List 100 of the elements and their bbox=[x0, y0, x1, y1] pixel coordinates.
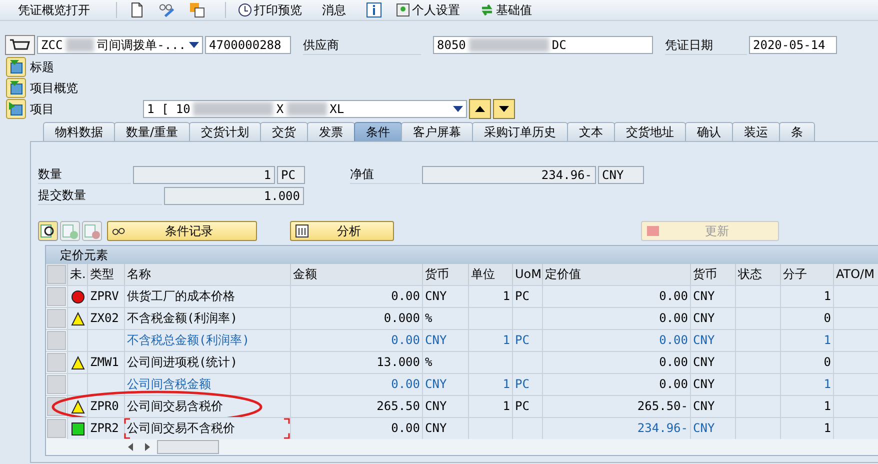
document-date-field[interactable]: 2020-05-14 bbox=[749, 36, 837, 54]
cart-icon[interactable] bbox=[5, 35, 35, 55]
tab[interactable]: 交货计划 bbox=[189, 122, 262, 141]
table-cell: CNY bbox=[690, 352, 735, 373]
table-cell: ZMW1 bbox=[87, 352, 124, 373]
column-header[interactable]: 货币 bbox=[422, 264, 468, 285]
table-cell: 公司间交易不含税价 bbox=[124, 418, 290, 439]
tab[interactable]: 发票 bbox=[307, 122, 356, 141]
column-header[interactable]: 金额 bbox=[290, 264, 422, 285]
tab[interactable]: 交货 bbox=[260, 122, 308, 141]
table-cell: 234.96- bbox=[542, 418, 690, 439]
submitted-quantity-field: 1.000 bbox=[164, 186, 304, 204]
messages-button[interactable]: 消息 bbox=[322, 2, 346, 18]
table-cell: 1 bbox=[780, 286, 833, 307]
column-header[interactable]: 名称 bbox=[124, 264, 290, 285]
table-cell: 1 bbox=[468, 286, 512, 307]
tab[interactable]: 交货地址 bbox=[614, 122, 686, 141]
table-cell: 0 bbox=[780, 352, 833, 373]
table-cell: CNY bbox=[690, 418, 735, 439]
tab[interactable]: 条 bbox=[779, 122, 816, 141]
table-cell: 0.00 bbox=[542, 330, 690, 351]
previous-item-button[interactable] bbox=[469, 99, 491, 119]
zoom-detail-button[interactable] bbox=[38, 221, 58, 241]
column-header[interactable]: 类型 bbox=[87, 264, 124, 285]
expanded-section-icon[interactable] bbox=[6, 99, 26, 119]
table-cell: ZX02 bbox=[87, 308, 124, 329]
table-cell: 0 bbox=[780, 308, 833, 329]
quantity-field: 1 bbox=[133, 166, 275, 184]
table-cell: 不含税总金额(利润率) bbox=[124, 330, 290, 351]
table-cell: PC bbox=[512, 286, 542, 307]
table-cell: % bbox=[422, 352, 468, 373]
document-icon[interactable] bbox=[129, 2, 145, 18]
table-cell: % bbox=[422, 308, 468, 329]
personal-settings-button[interactable]: 个人设置 bbox=[396, 2, 460, 18]
table-cell: 公司间含税金额 bbox=[124, 374, 290, 395]
info-icon[interactable] bbox=[366, 2, 382, 18]
swap-arrows-icon bbox=[480, 3, 494, 17]
tab[interactable]: 客户屏幕 bbox=[401, 122, 474, 141]
table-cell: 1 bbox=[780, 374, 833, 395]
item-dropdown[interactable]: 1 [ 10 X XL bbox=[143, 100, 467, 118]
grid-icon bbox=[646, 224, 660, 238]
document-type-dropdown[interactable]: ZCC 司间调拨单-... bbox=[37, 36, 203, 54]
section-label: 项目 bbox=[29, 100, 55, 118]
column-header[interactable]: 状态 bbox=[735, 264, 780, 285]
columns-icon bbox=[295, 224, 309, 238]
submitted-quantity-label: 提交数量 bbox=[38, 186, 162, 205]
table-cell: ZPR2 bbox=[87, 418, 124, 439]
document-date-label: 凭证日期 bbox=[665, 36, 747, 54]
user-card-icon bbox=[396, 3, 410, 17]
table-cell: 0.00 bbox=[290, 374, 422, 395]
table-cell: ZPR0 bbox=[87, 396, 124, 417]
clock-icon bbox=[238, 3, 252, 17]
column-header[interactable]: 定价值 bbox=[542, 264, 690, 285]
unit-field: PC bbox=[277, 166, 305, 184]
table-cell: 1 bbox=[780, 330, 833, 351]
condition-record-button[interactable]: 条件记录 bbox=[107, 221, 257, 241]
column-header[interactable]: 货币 bbox=[690, 264, 735, 285]
tab[interactable]: 文本 bbox=[567, 122, 616, 141]
table-cell: PC bbox=[512, 396, 542, 417]
table-cell: 265.50 bbox=[290, 396, 422, 417]
tab[interactable]: 物料数据 bbox=[43, 122, 115, 141]
base-value-button[interactable]: 基础值 bbox=[480, 2, 532, 18]
tab[interactable]: 数量/重量 bbox=[114, 122, 190, 141]
column-header[interactable]: 分子 bbox=[780, 264, 833, 285]
table-cell: CNY bbox=[690, 286, 735, 307]
column-header[interactable]: UoM bbox=[512, 264, 542, 285]
print-preview-button[interactable]: 打印预览 bbox=[238, 2, 302, 18]
warning-icon bbox=[70, 312, 84, 326]
table-cell: 0.00 bbox=[542, 308, 690, 329]
vendor-field[interactable]: 8050 DC bbox=[433, 36, 653, 54]
tab[interactable]: 采购订单历史 bbox=[472, 122, 568, 141]
table-cell: PC bbox=[512, 330, 542, 351]
table-cell: 265.50- bbox=[542, 396, 690, 417]
open-overview-button[interactable]: 凭证概览打开 bbox=[18, 2, 90, 18]
warning-icon bbox=[70, 400, 84, 414]
table-cell: CNY bbox=[422, 286, 468, 307]
section-label: 标题 bbox=[29, 58, 55, 76]
scrollbar-thumb[interactable] bbox=[157, 440, 219, 454]
table-cell: CNY bbox=[690, 308, 735, 329]
table-cell: ZPRV bbox=[87, 286, 124, 307]
column-header[interactable]: 未. bbox=[67, 264, 87, 285]
column-header[interactable]: ATO/M bbox=[833, 264, 878, 285]
tab[interactable]: 确认 bbox=[685, 122, 734, 141]
table-cell: 公司间进项税(统计) bbox=[124, 352, 290, 373]
collapsed-section-icon[interactable] bbox=[6, 78, 26, 98]
table-cell: 不含税金额(利润率) bbox=[124, 308, 290, 329]
copy-icon[interactable] bbox=[189, 2, 205, 18]
table-cell: CNY bbox=[690, 374, 735, 395]
tab[interactable]: 装运 bbox=[732, 122, 780, 141]
tab[interactable]: 条件 bbox=[354, 122, 402, 141]
table-cell: 0.00 bbox=[542, 374, 690, 395]
collapsed-section-icon[interactable] bbox=[6, 57, 26, 77]
column-header[interactable]: 单位 bbox=[468, 264, 512, 285]
table-cell: 1 bbox=[780, 396, 833, 417]
document-number-field[interactable]: 4700000288 bbox=[205, 36, 291, 54]
next-item-button[interactable] bbox=[493, 99, 515, 119]
table-cell: CNY bbox=[422, 418, 468, 439]
net-value-label: 净值 bbox=[350, 165, 420, 184]
analysis-button[interactable]: 分析 bbox=[290, 221, 394, 241]
glasses-pencil-icon[interactable] bbox=[159, 2, 175, 18]
